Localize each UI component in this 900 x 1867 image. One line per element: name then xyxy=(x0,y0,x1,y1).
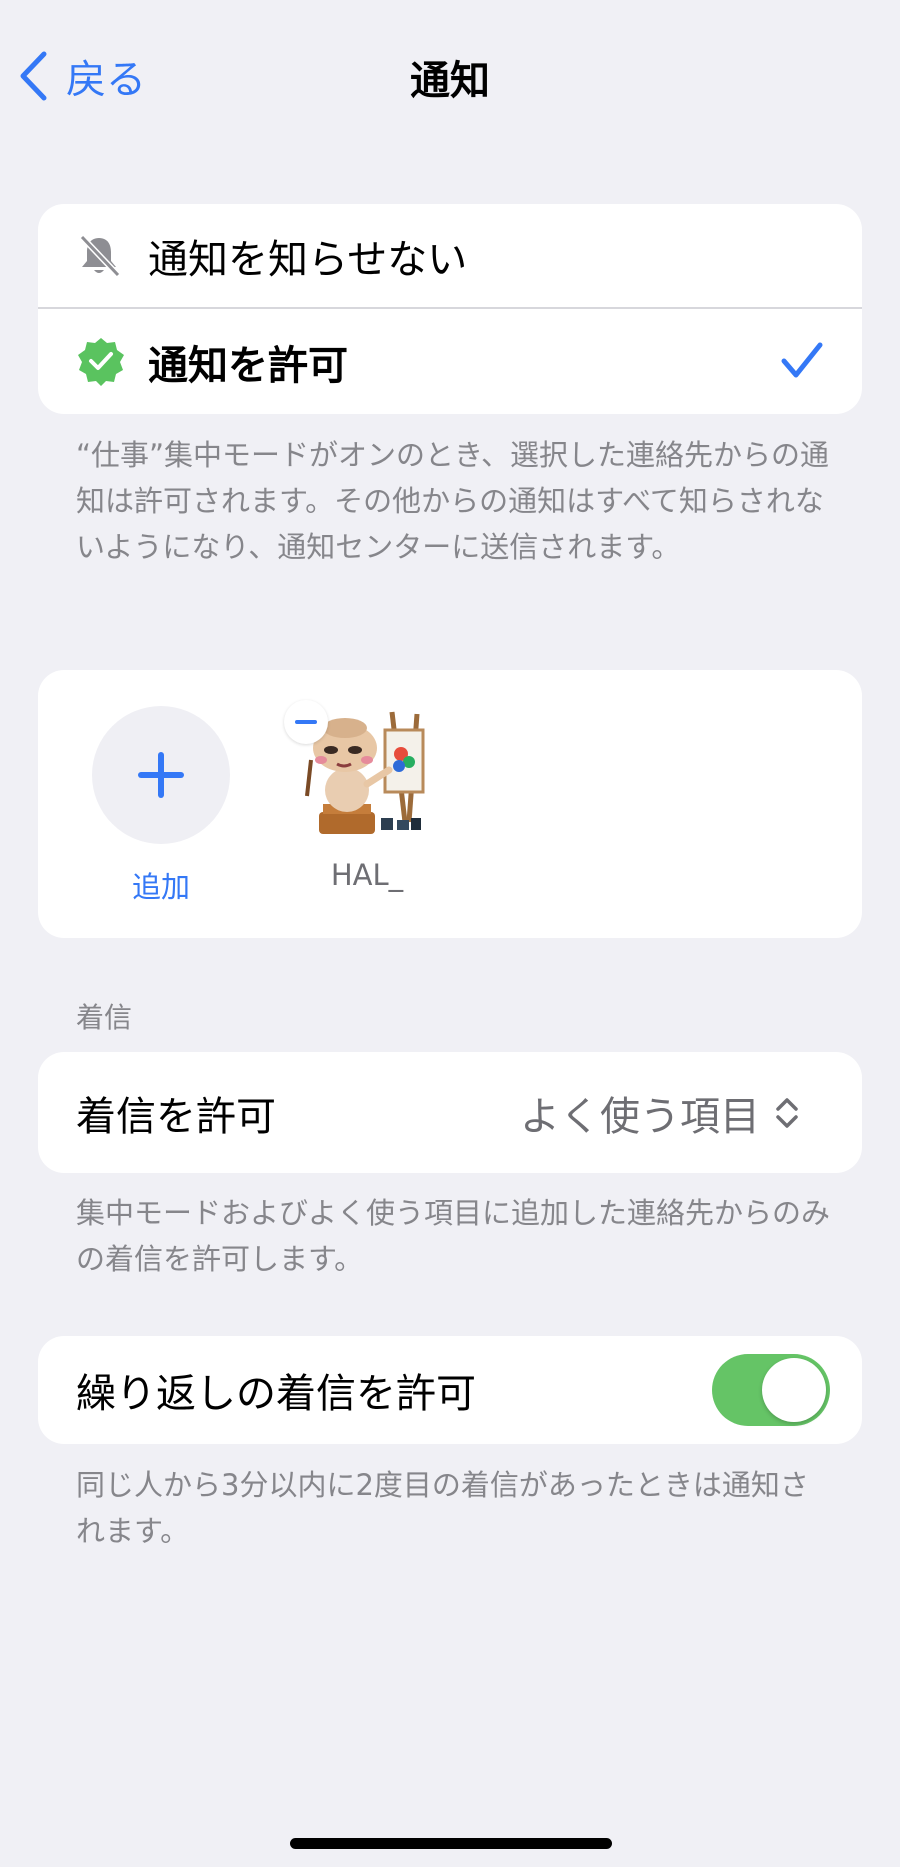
add-person-label: 追加 xyxy=(131,870,190,904)
repeated-calls-footnote: 同じ人から3分以内に2度目の着信があったときは通知されます。 xyxy=(76,1468,809,1548)
allow-calls-value: よく使う項目 xyxy=(520,1093,760,1140)
add-circle xyxy=(92,706,230,844)
repeated-calls-label: 繰り返しの着信を許可 xyxy=(76,1371,476,1417)
minus-icon xyxy=(295,720,317,724)
chevron-up-down-icon xyxy=(776,1097,798,1128)
add-person-button[interactable]: 追加 xyxy=(92,706,230,906)
navigation-bar: 戻る 通知 xyxy=(0,0,900,150)
allow-calls-card: 着信を許可 よく使う項目 xyxy=(38,1052,862,1173)
option-silence-row[interactable]: 通知を知らせない xyxy=(38,204,862,307)
plus-icon xyxy=(138,752,184,798)
option-allow-row[interactable]: 通知を許可 xyxy=(38,309,862,414)
notify-footnote: “仕事”集中モードがオンのとき、選択した連絡先からの通知は許可されます。その他か… xyxy=(76,438,830,564)
page-title: 通知 xyxy=(410,58,490,104)
calls-section-header: 着信 xyxy=(76,1001,133,1034)
contact-item[interactable]: HAL_ xyxy=(284,700,450,892)
people-card: 追加 HAL_ xyxy=(38,670,862,938)
allow-calls-label: 着信を許可 xyxy=(76,1093,276,1140)
bell-slash-icon xyxy=(79,234,121,278)
avatar xyxy=(284,700,450,844)
option-silence-label: 通知を知らせない xyxy=(148,236,468,283)
option-allow-label: 通知を許可 xyxy=(148,342,348,389)
repeated-calls-card: 繰り返しの着信を許可 xyxy=(38,1336,862,1444)
home-indicator xyxy=(290,1838,612,1849)
notify-options-card: 通知を知らせない 通知を許可 xyxy=(38,204,862,414)
verified-check-badge-icon xyxy=(78,338,124,386)
allow-calls-selector[interactable]: よく使う項目 xyxy=(520,1084,800,1142)
allow-calls-row[interactable]: 着信を許可 よく使う項目 xyxy=(38,1052,862,1173)
allow-calls-footnote: 集中モードおよびよく使う項目に追加した連絡先からのみの着信を許可します。 xyxy=(76,1196,831,1276)
remove-contact-button[interactable] xyxy=(284,700,328,744)
repeated-calls-toggle[interactable] xyxy=(712,1354,830,1426)
contact-name: HAL_ xyxy=(330,858,404,892)
checkmark-icon xyxy=(781,342,823,378)
toggle-knob xyxy=(762,1358,826,1422)
